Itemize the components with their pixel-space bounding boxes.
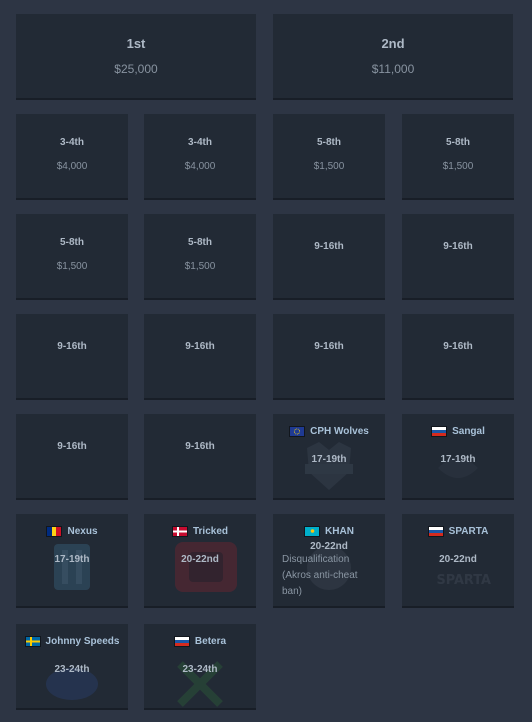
- eu-flag-icon: [289, 426, 306, 437]
- placement-card: 3-4th $4,000: [144, 114, 256, 200]
- team-name[interactable]: KHAN: [325, 526, 354, 537]
- placement-label: 20-22nd: [181, 554, 219, 565]
- disqualification-note: Disqualification (Akros anti-cheat ban): [282, 554, 358, 597]
- sangal-logo-icon: [438, 458, 478, 478]
- betera-logo-icon: [177, 661, 223, 707]
- placement-label: 9-16th: [314, 341, 344, 352]
- prize-amount: $1,500: [313, 161, 345, 172]
- russia-flag-icon: [173, 636, 190, 647]
- prize-amount: $25,000: [114, 62, 158, 76]
- placement-label: 17-19th: [440, 454, 476, 465]
- johnny-speeds-logo-icon: [46, 668, 98, 700]
- prize-amount: $1,500: [184, 261, 216, 272]
- placement-card: 9-16th: [273, 214, 385, 300]
- team-card-sangal[interactable]: Sangal 17-19th: [402, 414, 514, 500]
- nexus-logo-icon: [54, 544, 90, 590]
- tricked-logo-icon: [175, 542, 237, 592]
- placement-label: 9-16th: [314, 241, 344, 252]
- team-name[interactable]: Tricked: [193, 526, 228, 537]
- team-name[interactable]: SPARTA: [449, 526, 489, 537]
- placement-label: 9-16th: [443, 341, 473, 352]
- denmark-flag-icon: [171, 526, 188, 537]
- placement-card: 9-16th: [402, 314, 514, 400]
- placement-card: 5-8th $1,500: [144, 214, 256, 300]
- placement-label: 20-22nd: [310, 541, 348, 552]
- placement-card: 9-16th: [144, 414, 256, 500]
- placement-label: 17-19th: [54, 554, 90, 565]
- placement-card: 5-8th $1,500: [16, 214, 128, 300]
- placement-label: 9-16th: [185, 441, 215, 452]
- placement-card: 9-16th: [273, 314, 385, 400]
- prize-amount: $1,500: [56, 261, 88, 272]
- placement-card: 9-16th: [402, 214, 514, 300]
- placement-label: 20-22nd: [439, 554, 477, 565]
- prize-amount: $1,500: [442, 161, 474, 172]
- placement-label: 23-24th: [182, 664, 218, 675]
- team-card-cph-wolves[interactable]: CPH Wolves 17-19th: [273, 414, 385, 500]
- sweden-flag-icon: [24, 636, 41, 647]
- placement-label: 3-4th: [188, 137, 212, 148]
- placement-label: 5-8th: [60, 237, 84, 248]
- placement-label: 5-8th: [317, 137, 341, 148]
- team-card-tricked[interactable]: Tricked 20-22nd: [144, 514, 256, 608]
- kazakhstan-flag-icon: [304, 526, 321, 537]
- team-card-johnny-speeds[interactable]: Johnny Speeds 23-24th: [16, 624, 128, 710]
- placement-card: 9-16th: [16, 414, 128, 500]
- team-name[interactable]: Nexus: [67, 526, 97, 537]
- team-card-betera[interactable]: Betera 23-24th: [144, 624, 256, 710]
- team-card-khan[interactable]: KHAN 20-22nd Disqualification (Akros ant…: [273, 514, 385, 608]
- russia-flag-icon: [431, 426, 448, 437]
- placement-label: 23-24th: [54, 664, 90, 675]
- romania-flag-icon: [46, 526, 63, 537]
- placement-card-2nd: 2nd $11,000: [273, 14, 513, 100]
- svg-text:SPARTA: SPARTA: [436, 573, 491, 588]
- placement-card: 5-8th $1,500: [402, 114, 514, 200]
- prize-amount: $4,000: [184, 161, 216, 172]
- sparta-logo-icon: SPARTA: [436, 573, 491, 588]
- team-name[interactable]: Betera: [195, 636, 226, 647]
- team-name[interactable]: Johnny Speeds: [46, 636, 120, 647]
- prize-amount: $4,000: [56, 161, 88, 172]
- placement-label: 2nd: [381, 36, 405, 51]
- russia-flag-icon: [427, 526, 444, 537]
- placement-label: 17-19th: [311, 454, 347, 465]
- team-card-sparta[interactable]: SPARTA SPARTA 20-22nd: [402, 514, 514, 608]
- placement-label: 9-16th: [185, 341, 215, 352]
- placement-label: 3-4th: [60, 137, 84, 148]
- placement-label: 1st: [126, 36, 146, 51]
- placement-label: 5-8th: [188, 237, 212, 248]
- cph-wolves-logo-icon: [305, 442, 353, 490]
- team-name[interactable]: CPH Wolves: [310, 426, 369, 437]
- placement-card-1st: 1st $25,000: [16, 14, 256, 100]
- placement-label: 9-16th: [443, 241, 473, 252]
- placement-label: 9-16th: [57, 441, 87, 452]
- placement-card: 5-8th $1,500: [273, 114, 385, 200]
- prize-amount: $11,000: [371, 62, 415, 76]
- placement-card: 3-4th $4,000: [16, 114, 128, 200]
- team-name[interactable]: Sangal: [452, 426, 485, 437]
- team-card-nexus[interactable]: Nexus 17-19th: [16, 514, 128, 608]
- placement-label: 9-16th: [57, 341, 87, 352]
- placement-card: 9-16th: [144, 314, 256, 400]
- placement-card: 9-16th: [16, 314, 128, 400]
- placement-label: 5-8th: [446, 137, 470, 148]
